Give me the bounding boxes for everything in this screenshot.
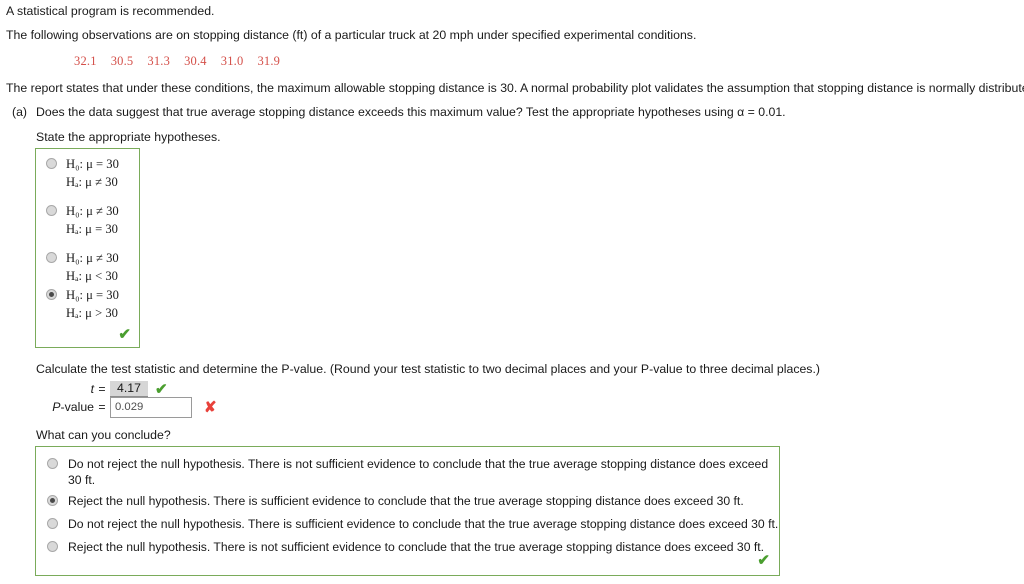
observation-value: 31.3 [147,54,171,68]
hypothesis-option-4-alt: Hₐ: μ > 30 [66,306,118,320]
hypothesis-option-2-null: H₀: μ ≠ 30 [66,204,119,218]
hypothesis-option-1[interactable]: H₀: μ = 30 Hₐ: μ ≠ 30 [46,155,119,191]
intro-line-2: The following observations are on stoppi… [6,28,697,42]
conclusion-options-box: Do not reject the null hypothesis. There… [35,446,780,576]
t-statistic-row: t = 4.17 ✔ [36,380,168,398]
conclusion-option-1[interactable]: Do not reject the null hypothesis. There… [47,456,779,488]
part-a-question-text: Does the data suggest that true average … [36,105,786,119]
radio-button-conclusion-1[interactable] [47,458,58,469]
conclusion-option-4[interactable]: Reject the null hypothesis. There is not… [47,539,764,555]
radio-button-conclusion-4[interactable] [47,541,58,552]
hypothesis-option-1-alt: Hₐ: μ ≠ 30 [66,175,118,189]
conclusion-option-3-label: Do not reject the null hypothesis. There… [68,517,779,531]
hypothesis-option-3[interactable]: H₀: μ ≠ 30 Hₐ: μ < 30 [46,249,119,285]
hypothesis-option-2-label: H₀: μ ≠ 30 Hₐ: μ = 30 [66,202,119,238]
radio-button-conclusion-2[interactable] [47,495,58,506]
conclusion-option-3[interactable]: Do not reject the null hypothesis. There… [47,516,778,532]
conclusion-prompt: What can you conclude? [36,428,171,442]
p-value-label: P-value [52,400,94,414]
part-a-question: (a) Does the data suggest that true avera… [12,105,786,119]
radio-button-hypothesis-2[interactable] [46,205,57,216]
cross-mark-icon: ✘ [204,398,217,416]
radio-button-conclusion-3[interactable] [47,518,58,529]
radio-button-hypothesis-1[interactable] [46,158,57,169]
calculate-instruction: Calculate the test statistic and determi… [36,362,820,376]
hypothesis-option-3-alt: Hₐ: μ < 30 [66,269,118,283]
p-equals-sign: = [98,400,106,414]
hypothesis-option-2-alt: Hₐ: μ = 30 [66,222,118,236]
p-value-row: P-value = ✘ [36,396,217,418]
check-mark-icon: ✔ [118,326,131,343]
t-value-field[interactable]: 4.17 [110,381,148,397]
part-a-label: (a) [12,105,28,119]
observation-values: 32.1 30.5 31.3 30.4 31.0 31.9 [74,54,280,69]
hypothesis-option-4-label: H₀: μ = 30 Hₐ: μ > 30 [66,286,119,322]
t-equals-sign: = [98,382,106,396]
check-mark-icon: ✔ [155,380,168,398]
observation-value: 30.5 [110,54,134,68]
intro-line-3: The report states that under these condi… [6,81,1024,95]
conclusion-option-2[interactable]: Reject the null hypothesis. There is suf… [47,493,744,509]
observation-value: 31.9 [257,54,281,68]
hypothesis-option-1-null: H₀: μ = 30 [66,157,119,171]
hypothesis-option-1-label: H₀: μ = 30 Hₐ: μ ≠ 30 [66,155,119,191]
hypothesis-option-2[interactable]: H₀: μ ≠ 30 Hₐ: μ = 30 [46,202,119,238]
hypothesis-option-3-label: H₀: μ ≠ 30 Hₐ: μ < 30 [66,249,119,285]
radio-button-hypothesis-4[interactable] [46,289,57,300]
observation-value: 30.4 [184,54,207,68]
t-label: t [90,382,94,396]
hypothesis-option-4-null: H₀: μ = 30 [66,288,119,302]
intro-line-1: A statistical program is recommended. [6,4,215,18]
p-value-input[interactable] [110,396,192,418]
check-mark-icon: ✔ [757,552,770,569]
hypothesis-option-3-null: H₀: μ ≠ 30 [66,251,119,265]
conclusion-option-1-label: Do not reject the null hypothesis. There… [68,457,769,487]
observation-value: 32.1 [74,54,97,68]
conclusion-option-4-label: Reject the null hypothesis. There is not… [68,540,765,554]
observation-value: 31.0 [220,54,244,68]
conclusion-option-2-label: Reject the null hypothesis. There is suf… [68,494,744,508]
radio-button-hypothesis-3[interactable] [46,252,57,263]
hypothesis-option-4[interactable]: H₀: μ = 30 Hₐ: μ > 30 [46,286,119,322]
hypothesis-options-box: H₀: μ = 30 Hₐ: μ ≠ 30 H₀: μ ≠ 30 Hₐ: μ =… [35,148,140,348]
state-hypotheses-prompt: State the appropriate hypotheses. [36,130,221,144]
